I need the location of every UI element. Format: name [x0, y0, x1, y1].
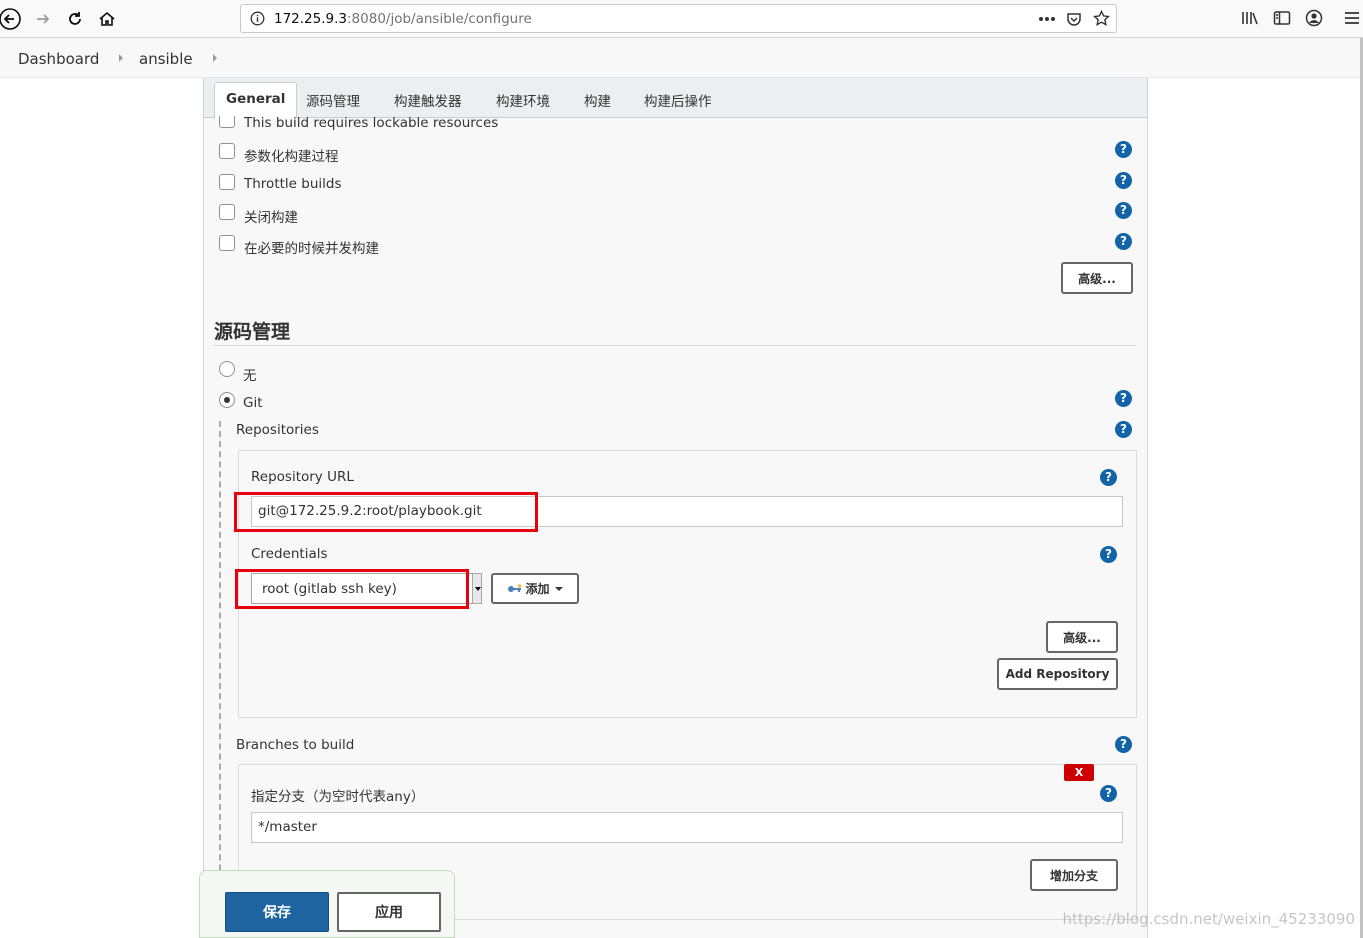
config-tabbar: General 源码管理 构建触发器 构建环境 构建 构建后操作	[204, 78, 1147, 119]
repositories-label: Repositories	[236, 422, 319, 438]
parameterized-build-checkbox[interactable]	[219, 143, 235, 159]
menu-icon[interactable]	[1344, 11, 1360, 25]
disable-build-checkbox[interactable]	[219, 204, 235, 220]
section-divider	[214, 345, 1136, 346]
reload-button[interactable]	[62, 6, 88, 32]
breadcrumb-separator-icon[interactable]	[213, 54, 217, 62]
repo-url-label: Repository URL	[251, 469, 354, 485]
lockable-resources-label: This build requires lockable resources	[244, 115, 499, 131]
back-button[interactable]	[0, 6, 23, 32]
breadcrumb-separator-icon[interactable]	[119, 54, 123, 62]
more-actions-icon[interactable]	[1038, 16, 1056, 22]
add-credentials-button[interactable]: 添加	[491, 573, 579, 604]
breadcrumb-ansible[interactable]: ansible	[139, 50, 193, 68]
bookmark-star-icon[interactable]	[1093, 10, 1110, 27]
credentials-highlight	[235, 569, 469, 609]
help-icon[interactable]: ?	[1115, 202, 1132, 219]
reload-icon	[69, 12, 81, 25]
lockable-resources-checkbox[interactable]	[219, 116, 235, 128]
forward-arrow-icon	[37, 14, 50, 24]
tab-build[interactable]: 构建	[584, 90, 611, 110]
info-icon	[250, 11, 265, 26]
repo-url-highlight	[234, 492, 538, 532]
back-arrow-icon	[0, 8, 21, 30]
parameterized-build-label: 参数化构建过程	[244, 149, 339, 165]
forward-button[interactable]	[30, 6, 56, 32]
tab-build-triggers[interactable]: 构建触发器	[394, 90, 462, 110]
help-icon[interactable]: ?	[1115, 172, 1132, 189]
key-icon	[508, 583, 522, 592]
throttle-builds-checkbox[interactable]	[219, 174, 235, 190]
account-icon[interactable]	[1305, 9, 1323, 27]
concurrent-build-label: 在必要的时候并发构建	[244, 241, 379, 257]
branch-specifier-label: 指定分支（为空时代表any）	[251, 789, 425, 805]
tab-scm[interactable]: 源码管理	[306, 90, 360, 110]
credentials-label: Credentials	[251, 546, 328, 562]
help-icon[interactable]: ?	[1115, 736, 1132, 753]
repo-advanced-button[interactable]: 高级...	[1046, 621, 1118, 653]
help-icon[interactable]: ?	[1100, 546, 1117, 563]
help-icon[interactable]: ?	[1115, 141, 1132, 158]
breadcrumb: Dashboard ansible	[0, 38, 1360, 78]
throttle-builds-label: Throttle builds	[244, 176, 342, 192]
tab-post-build[interactable]: 构建后操作	[644, 90, 712, 110]
help-icon[interactable]: ?	[1115, 390, 1132, 407]
help-icon[interactable]: ?	[1100, 469, 1117, 486]
tab-build-environment[interactable]: 构建环境	[496, 90, 550, 110]
help-icon[interactable]: ?	[1115, 233, 1132, 250]
save-button[interactable]: 保存	[225, 892, 329, 932]
concurrent-build-checkbox[interactable]	[219, 235, 235, 251]
scm-section-title: 源码管理	[214, 321, 291, 343]
credentials-dropdown-icon[interactable]	[472, 573, 482, 604]
branches-label: Branches to build	[236, 737, 355, 753]
add-credentials-label: 添加	[525, 582, 550, 596]
apply-button[interactable]: 应用	[337, 892, 441, 932]
disable-build-label: 关闭构建	[244, 210, 298, 226]
help-icon[interactable]: ?	[1100, 785, 1117, 802]
scm-none-label: 无	[243, 368, 257, 384]
library-icon[interactable]	[1241, 10, 1259, 26]
bottom-sticker: 保存 应用	[199, 870, 455, 938]
general-advanced-button[interactable]: 高级...	[1061, 262, 1133, 294]
scm-git-radio[interactable]	[219, 392, 235, 408]
browser-toolbar: 172.25.9.3:8080/job/ansible/configure	[0, 0, 1363, 38]
home-button[interactable]	[94, 6, 120, 32]
breadcrumb-dashboard[interactable]: Dashboard	[18, 50, 99, 68]
url-text: 172.25.9.3:8080/job/ansible/configure	[274, 11, 532, 27]
scm-none-radio[interactable]	[219, 361, 235, 377]
add-branch-button[interactable]: 增加分支	[1030, 859, 1118, 891]
home-icon	[99, 11, 115, 26]
caret-down-icon	[554, 586, 563, 591]
branch-specifier-input[interactable]: */master	[251, 812, 1123, 843]
address-bar[interactable]: 172.25.9.3:8080/job/ansible/configure	[240, 4, 1117, 33]
watermark: https://blog.csdn.net/weixin_45233090	[1062, 910, 1355, 928]
scm-git-label: Git	[243, 395, 263, 411]
pocket-icon[interactable]	[1066, 11, 1082, 27]
sidebar-icon[interactable]	[1273, 10, 1291, 26]
add-repository-button[interactable]: Add Repository	[997, 658, 1118, 690]
delete-branch-button[interactable]: X	[1064, 764, 1094, 781]
git-section-guide	[219, 421, 221, 938]
help-icon[interactable]: ?	[1115, 421, 1132, 438]
tab-general[interactable]: General	[214, 82, 298, 119]
